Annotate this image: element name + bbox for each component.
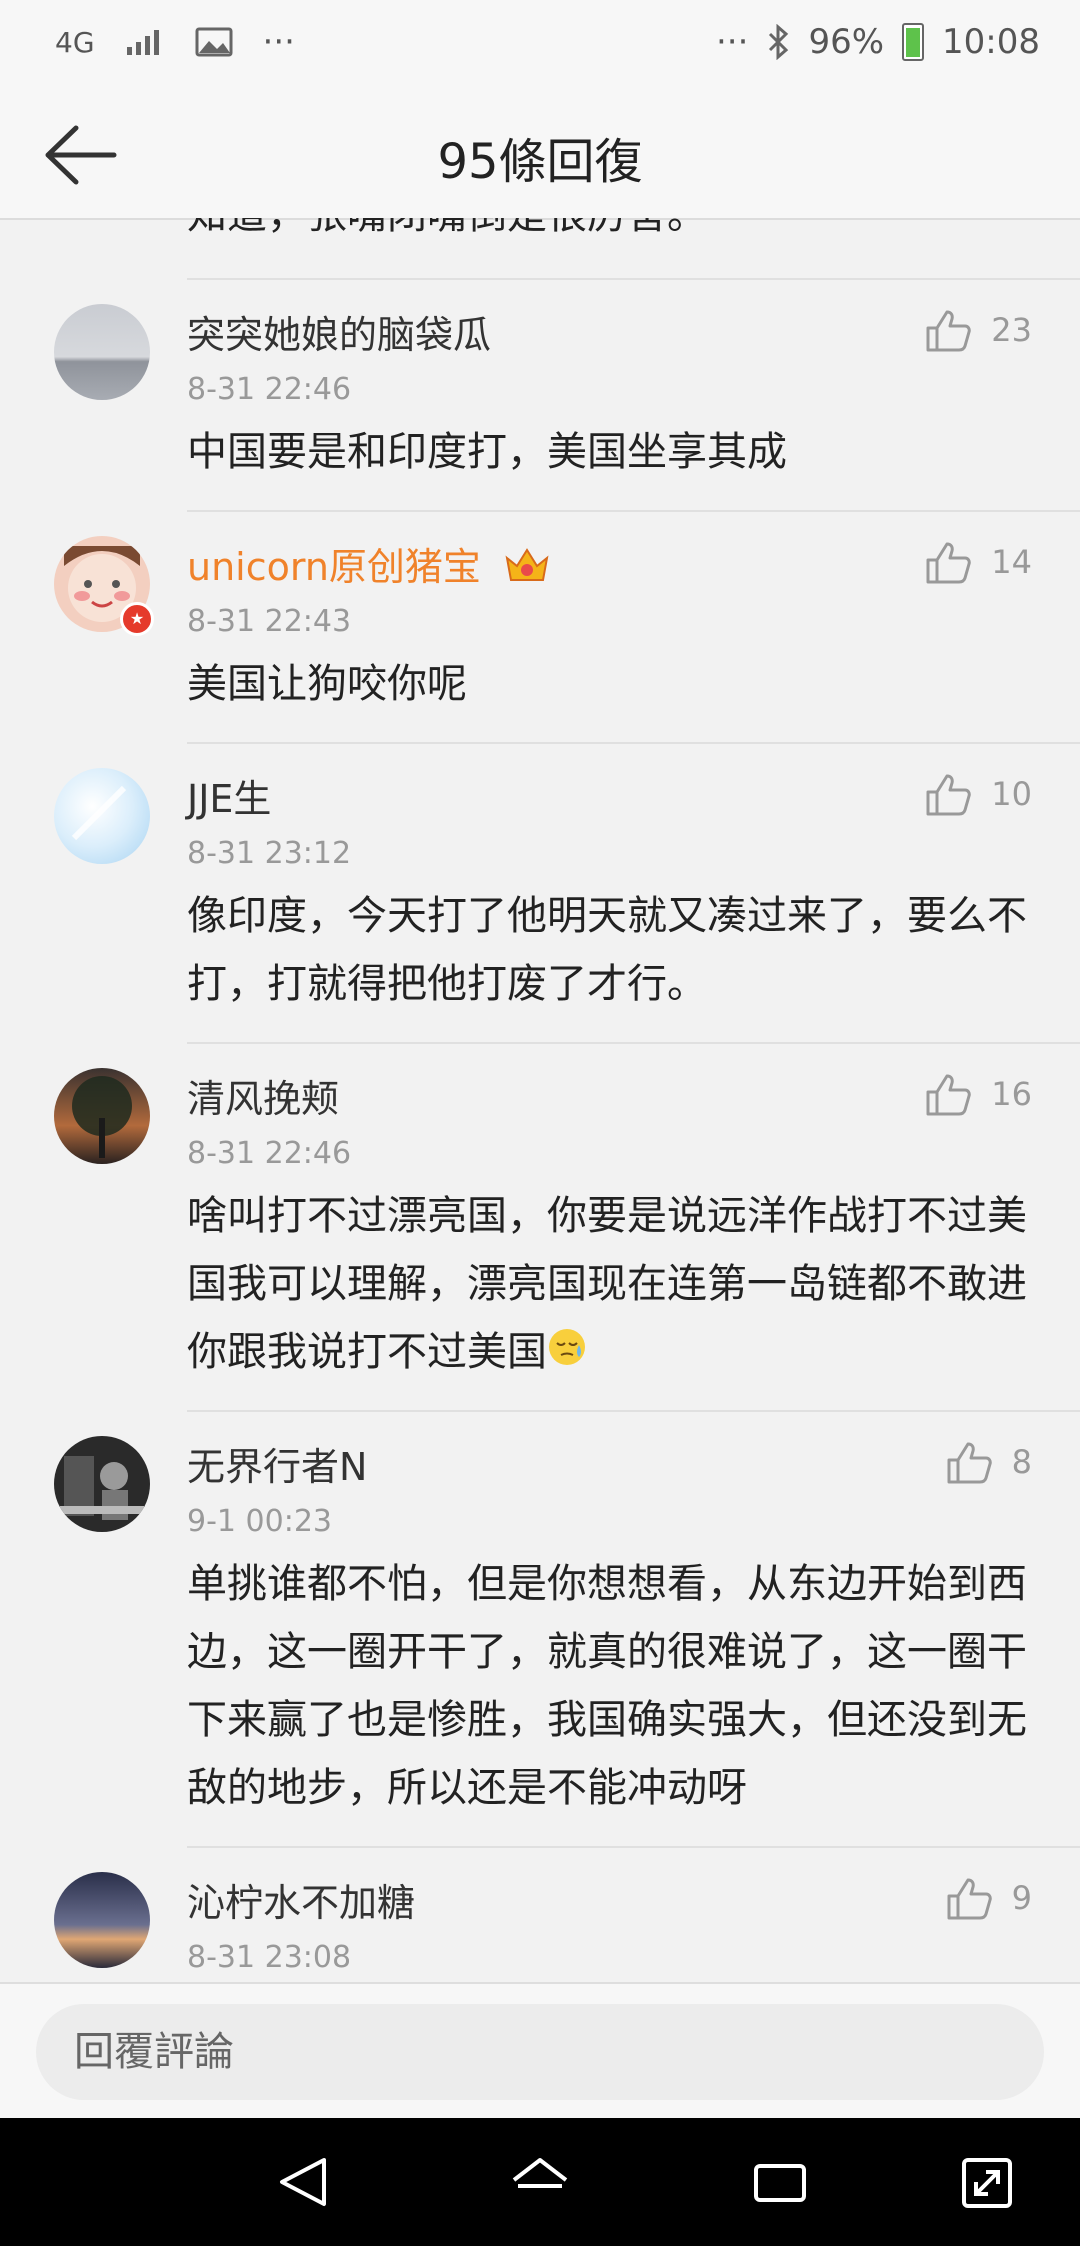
like-button[interactable]: 14 [925,540,1032,584]
comment-text-content: 啥叫打不过漂亮国，你要是说远洋作战打不过美国我可以理解，漂亮国现在连第一岛链都不… [187,1193,1027,1375]
avatar[interactable] [54,1068,150,1164]
partial-comment-text: 知道，张嘴闭嘴倒是很厉害。 [187,218,707,240]
page-title: 95條回復 [437,134,643,190]
thumbs-up-icon [926,310,972,352]
like-button[interactable]: 9 [946,1876,1032,1920]
comment-list[interactable]: 知道，张嘴闭嘴倒是很厉害。 突突她娘的脑袋瓜 8-31 22:46 中国要是和印… [0,218,1080,1982]
comment-text: 美国让狗咬你呢 [187,661,467,707]
username-text: unicorn原创猪宝 [187,545,481,589]
like-count: 14 [991,543,1032,581]
comment-text: 单挑谁都不怕，但是你想想看，从东边开始到西边，这一圈开干了，就真的很难说了，这一… [187,1561,1027,1811]
like-button[interactable]: 10 [925,772,1032,816]
divider [187,510,1080,512]
verified-badge-icon: ★ [120,602,154,636]
like-count: 23 [991,311,1032,349]
comment-time: 8-31 23:12 [187,836,352,871]
more-notifications-icon: ··· [262,22,295,62]
divider [187,278,1080,280]
clock: 10:08 [942,22,1040,62]
avatar[interactable] [54,1436,150,1532]
triangle-back-icon [280,2158,326,2206]
comment-time: 8-31 22:46 [187,372,352,407]
nav-recents-button[interactable] [750,2154,810,2210]
username[interactable]: 突突她娘的脑袋瓜 [187,304,491,359]
comment-time: 8-31 22:43 [187,604,352,639]
username[interactable]: 沁柠水不加糖 [187,1872,415,1927]
avatar[interactable] [54,304,150,400]
divider [187,1042,1080,1044]
comment-item[interactable]: 突突她娘的脑袋瓜 8-31 22:46 中国要是和印度打，美国坐享其成 23 [0,278,1080,510]
bluetooth-icon [766,24,790,60]
status-bar: 4G ··· ··· 96% 10:08 [0,0,1080,92]
like-count: 10 [991,775,1032,813]
divider [187,1846,1080,1848]
recents-icon [754,2164,806,2202]
thumbs-up-icon [926,542,972,584]
username[interactable]: 清风挽颊 [187,1068,339,1123]
like-button[interactable]: 8 [946,1440,1032,1484]
sweat-emoji-icon [547,1320,587,1388]
nav-back-button[interactable] [274,2154,334,2210]
network-type: 4G [55,25,95,59]
comment-item[interactable]: JJE生 8-31 23:12 像印度，今天打了他明天就又凑过来了，要么不打，打… [0,742,1080,1042]
more-status-icon: ··· [716,22,749,62]
comment-item[interactable]: 无界行者N 9-1 00:23 单挑谁都不怕，但是你想想看，从东边开始到西边，这… [0,1410,1080,1846]
thumbs-up-icon [947,1878,992,1920]
signal-icon [125,27,165,57]
nav-home-button[interactable] [510,2154,570,2210]
comment-item[interactable]: 沁柠水不加糖 8-31 23:08 9 [0,1846,1080,1982]
divider [187,742,1080,744]
like-button[interactable]: 23 [925,308,1032,352]
like-count: 16 [991,1075,1032,1113]
thumbs-up-icon [926,774,972,816]
system-nav-bar [0,2118,1080,2246]
expand-icon [962,2158,1012,2208]
comment-text: 啥叫打不过漂亮国，你要是说远洋作战打不过美国我可以理解，漂亮国现在连第一岛链都不… [187,1182,1037,1388]
username[interactable]: unicorn原创猪宝 [187,536,551,595]
comment-text: 中国要是和印度打，美国坐享其成 [187,429,787,475]
comment-item[interactable]: 清风挽颊 8-31 22:46 啥叫打不过漂亮国，你要是说远洋作战打不过美国我可… [0,1042,1080,1410]
divider [187,1410,1080,1412]
reply-bar: 回覆評論 [0,1982,1080,2120]
vip-crown-icon [503,544,551,595]
comment-item[interactable]: ★ unicorn原创猪宝 8-31 22:43 美国让狗咬你呢 14 [0,510,1080,742]
like-count: 8 [1011,1443,1032,1481]
nav-expand-button[interactable] [958,2154,1018,2210]
reply-input[interactable]: 回覆評論 [36,2004,1044,2100]
header: 95條回復 [0,92,1080,220]
username[interactable]: JJE生 [187,768,271,823]
battery-icon [902,23,925,61]
username[interactable]: 无界行者N [187,1436,367,1491]
home-icon [512,2158,568,2188]
like-button[interactable]: 16 [925,1072,1032,1116]
image-icon [195,27,233,57]
comment-time: 8-31 22:46 [187,1136,352,1171]
avatar[interactable] [54,768,150,864]
like-count: 9 [1011,1879,1032,1917]
battery-percent: 96% [808,22,885,62]
avatar[interactable] [54,1872,150,1968]
comment-time: 8-31 23:08 [187,1940,352,1975]
comment-time: 9-1 00:23 [187,1504,332,1539]
thumbs-up-icon [947,1442,992,1484]
thumbs-up-icon [926,1074,972,1116]
comment-text: 像印度，今天打了他明天就又凑过来了，要么不打，打就得把他打废了才行。 [187,893,1027,1007]
